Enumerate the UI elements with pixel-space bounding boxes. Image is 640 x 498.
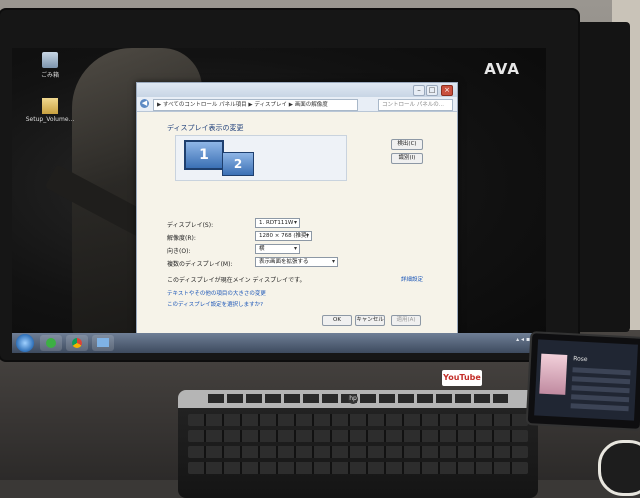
chrome-icon[interactable] (66, 335, 88, 351)
list-item (570, 403, 629, 412)
list-item (572, 367, 631, 376)
hp-logo: hp (348, 394, 358, 404)
desktop-icon-recycle-bin[interactable]: ごみ箱 (20, 52, 80, 79)
main-display-note: このディスプレイが現在メイン ディスプレイです。 (167, 277, 306, 284)
display-label: ディスプレイ(S): (167, 222, 214, 229)
desktop-icon-label: ごみ箱 (40, 72, 59, 79)
list-item (571, 394, 630, 403)
smartphone: Rose (525, 331, 640, 431)
search-input[interactable]: コントロール パネルの... (378, 99, 453, 111)
coffee-cup (598, 440, 640, 496)
key-row (188, 446, 528, 458)
minimize-button[interactable]: – (413, 85, 425, 96)
list-item (571, 385, 630, 394)
resolution-label: 解像度(R): (167, 235, 196, 242)
keyboard: hp (178, 390, 538, 498)
key-row (188, 462, 528, 474)
identify-button[interactable]: 識別(I) (391, 153, 423, 164)
close-button[interactable]: × (441, 85, 453, 96)
window-titlebar[interactable]: – □ × (137, 83, 457, 97)
cancel-button[interactable]: キャンセル (355, 315, 385, 326)
album-art (539, 353, 568, 395)
function-keys (208, 394, 508, 403)
monitor-1-tile[interactable]: 1 (184, 140, 224, 170)
phone-screen: Rose (534, 339, 638, 421)
folder-icon (42, 98, 58, 114)
list-item (571, 376, 631, 385)
breadcrumb[interactable]: ▶ すべてのコントロール パネル項目 ▶ ディスプレイ ▶ 画面の解像度 (153, 99, 358, 111)
page-title: ディスプレイ表示の変更 (167, 124, 244, 132)
detect-button[interactable]: 検出(C) (391, 139, 423, 150)
monitor-2-tile[interactable]: 2 (222, 152, 254, 176)
media-player-icon[interactable] (40, 335, 62, 351)
back-arrow-icon[interactable]: ◀ (140, 99, 149, 108)
screen-resolution-window: – □ × ◀ ▶ すべてのコントロール パネル項目 ▶ ディスプレイ ▶ 画面… (136, 82, 458, 342)
key-row (188, 414, 528, 426)
multiple-displays-label: 複数のディスプレイ(M): (167, 261, 233, 268)
orientation-select[interactable]: 横 (255, 244, 300, 254)
which-settings-link[interactable]: このディスプレイ設定を選択しますか? (167, 300, 263, 308)
maximize-button[interactable]: □ (426, 85, 438, 96)
wallpaper-logo: AVA (484, 60, 520, 78)
phone-track-title: Rose (572, 355, 588, 364)
apply-button[interactable]: 適用(A) (391, 315, 421, 326)
orientation-label: 向き(O): (167, 248, 191, 255)
desktop-screen: AVA ごみ箱 Setup_Volume... – □ × ◀ ▶ すべてのコン… (12, 48, 546, 353)
display-preview: 1 2 (175, 135, 347, 181)
resolution-select[interactable]: 1280 × 768 (推奨) (255, 231, 312, 241)
ok-button[interactable]: OK (322, 315, 352, 326)
display-select[interactable]: 1. RDT111W (255, 218, 300, 228)
text-size-link[interactable]: テキストやその他の項目の大きさの変更 (167, 289, 266, 297)
youtube-sticker: YouTube (442, 370, 482, 386)
monitor: AVA ごみ箱 Setup_Volume... – □ × ◀ ▶ すべてのコン… (0, 10, 578, 360)
start-button[interactable] (16, 334, 34, 352)
key-row (188, 430, 528, 442)
desktop-icon-label: Setup_Volume... (25, 116, 75, 123)
multiple-displays-select[interactable]: 表示画面を拡張する (255, 257, 338, 267)
taskbar: ▴ ◂ ▪ ▪ (12, 333, 546, 353)
advanced-settings-link[interactable]: 詳細設定 (401, 275, 423, 283)
recycle-bin-icon (42, 52, 58, 68)
address-bar: ◀ ▶ すべてのコントロール パネル項目 ▶ ディスプレイ ▶ 画面の解像度 コ… (137, 97, 457, 112)
desktop-icon-setup[interactable]: Setup_Volume... (20, 98, 80, 123)
display-settings-icon[interactable] (92, 335, 114, 351)
